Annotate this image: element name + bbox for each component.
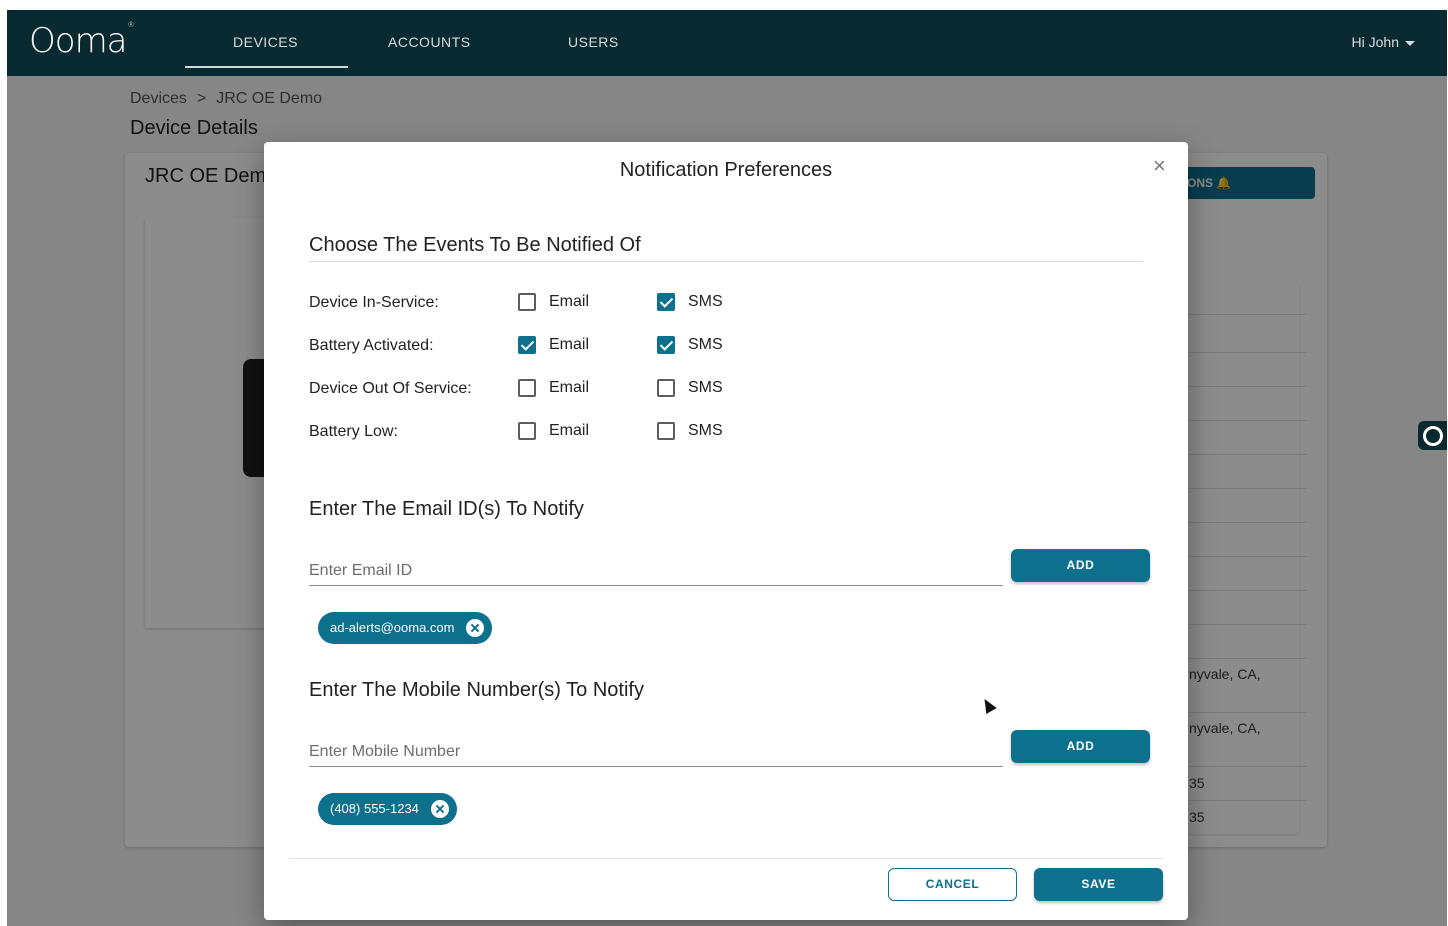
caret-down-icon	[1405, 40, 1415, 46]
tab-accounts[interactable]: ACCOUNTS	[388, 34, 471, 50]
battery-low-email-checkbox[interactable]	[518, 422, 536, 440]
mobile-input[interactable]	[309, 737, 1003, 767]
events-heading: Choose The Events To Be Notified Of	[309, 234, 641, 256]
email-option-label: Email	[549, 379, 590, 396]
battery-activated-sms-checkbox[interactable]	[657, 336, 675, 354]
active-tab-indicator	[185, 66, 348, 68]
tab-devices[interactable]: DEVICES	[233, 34, 298, 50]
remove-chip-icon[interactable]	[430, 800, 449, 818]
device-in-service-email-checkbox[interactable]	[518, 293, 536, 311]
help-widget-icon[interactable]	[1418, 421, 1447, 450]
battery-low-sms-checkbox[interactable]	[657, 422, 675, 440]
email-chip: ad-alerts@ooma.com	[318, 612, 493, 644]
add-email-button[interactable]: ADD	[1011, 549, 1150, 582]
footer-divider	[289, 858, 1163, 859]
mobile-chip-label: (408) 555-1234	[330, 801, 419, 816]
add-mobile-button[interactable]: ADD	[1011, 730, 1150, 763]
remove-chip-icon[interactable]	[466, 619, 485, 637]
email-input[interactable]	[309, 556, 1003, 586]
sms-option-label: SMS	[688, 422, 723, 439]
user-greeting: Hi John	[1351, 34, 1399, 50]
ooma-logo[interactable]: Ooma®	[29, 21, 135, 61]
device-in-service-sms-checkbox[interactable]	[657, 293, 675, 311]
event-label-battery-activated: Battery Activated:	[309, 337, 434, 354]
event-label-device-in-service: Device In-Service:	[309, 294, 439, 311]
tab-users[interactable]: USERS	[568, 34, 619, 50]
device-out-of-service-email-checkbox[interactable]	[518, 379, 536, 397]
close-icon[interactable]: ×	[1153, 155, 1166, 177]
email-option-label: Email	[549, 336, 590, 353]
mobile-field-wrapper	[309, 729, 1003, 767]
email-heading: Enter The Email ID(s) To Notify	[309, 498, 584, 520]
email-option-label: Email	[549, 422, 590, 439]
battery-activated-email-checkbox[interactable]	[518, 336, 536, 354]
notification-preferences-dialog: Notification Preferences × Choose The Ev…	[264, 142, 1188, 920]
mobile-chip: (408) 555-1234	[318, 793, 457, 825]
save-button[interactable]: SAVE	[1034, 868, 1163, 901]
dialog-title: Notification Preferences	[619, 159, 833, 181]
sms-option-label: SMS	[688, 379, 723, 396]
user-menu[interactable]: Hi John	[1352, 34, 1415, 50]
section-divider	[309, 261, 1143, 262]
sms-option-label: SMS	[688, 336, 723, 353]
email-chip-label: ad-alerts@ooma.com	[330, 620, 455, 635]
event-label-device-out-of-service: Device Out Of Service:	[309, 380, 472, 397]
app-frame: Ooma® DEVICES ACCOUNTS USERS Hi John Dev…	[7, 10, 1447, 926]
event-label-battery-low: Battery Low:	[309, 423, 398, 440]
cancel-button[interactable]: CANCEL	[888, 868, 1017, 901]
top-nav-bar: Ooma® DEVICES ACCOUNTS USERS Hi John	[7, 10, 1447, 76]
mobile-heading: Enter The Mobile Number(s) To Notify	[309, 679, 644, 701]
email-option-label: Email	[549, 293, 590, 310]
device-out-of-service-sms-checkbox[interactable]	[657, 379, 675, 397]
sms-option-label: SMS	[688, 293, 723, 310]
email-field-wrapper	[309, 548, 1003, 586]
